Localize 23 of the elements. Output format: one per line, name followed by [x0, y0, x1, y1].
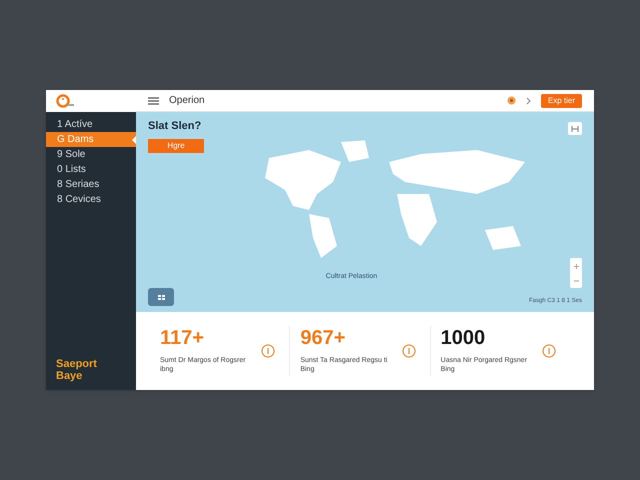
- sidebar-item[interactable]: 8 Cevices: [46, 192, 136, 207]
- stat-value: 967+: [300, 326, 346, 350]
- page-title: Operion: [169, 94, 205, 108]
- expand-icon[interactable]: [568, 122, 582, 135]
- minus-icon[interactable]: [574, 280, 578, 282]
- sidebar-footer: Saeport Baye: [46, 358, 116, 390]
- sidebar-item[interactable]: 8 Seriaes: [46, 177, 136, 192]
- logo-icon: [56, 94, 74, 108]
- plus-icon[interactable]: [574, 264, 578, 269]
- sidebar-item[interactable]: 9 Sole: [46, 147, 136, 162]
- alert-icon[interactable]: [506, 96, 516, 105]
- grid-icon: [158, 294, 164, 300]
- info-icon: [261, 344, 276, 358]
- sidebar-item[interactable]: 1 Actíve: [46, 117, 136, 132]
- map-heading: Slat Slen?: [148, 119, 202, 134]
- info-icon: [402, 344, 416, 358]
- stat-value: 1000: [440, 326, 486, 350]
- sidebar-item[interactable]: 0 Lists: [46, 162, 136, 177]
- info-icon: [542, 344, 556, 358]
- stat-value: 117+: [160, 326, 205, 350]
- chevron-right-icon[interactable]: [526, 96, 531, 104]
- menu-icon[interactable]: [148, 96, 159, 104]
- layers-button[interactable]: [148, 288, 174, 306]
